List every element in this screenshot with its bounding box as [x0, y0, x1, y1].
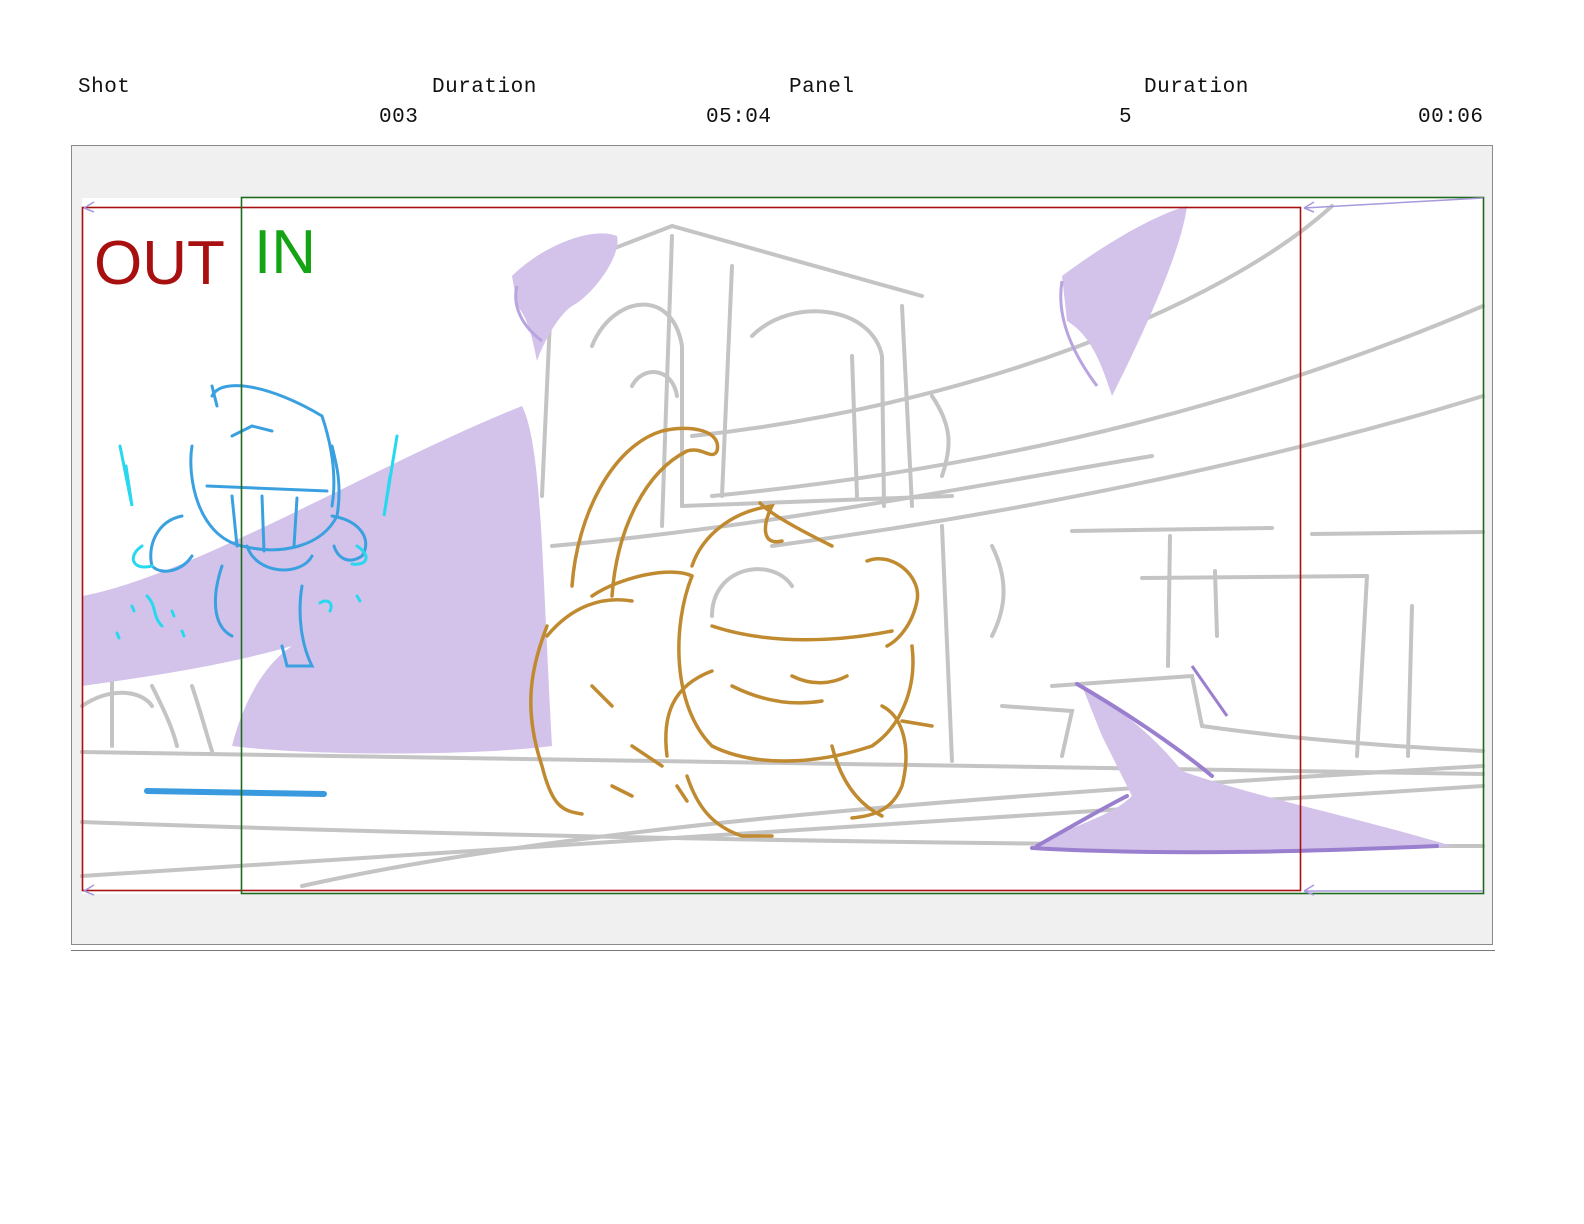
- panel-duration-label: Duration: [1144, 76, 1249, 99]
- bottom-divider: [71, 950, 1495, 951]
- panel-label: Panel: [789, 76, 855, 99]
- shot-duration-label: Duration: [432, 76, 537, 99]
- in-label: IN: [254, 218, 316, 287]
- storyboard-panel: OUT IN: [71, 145, 1493, 945]
- shot-label: Shot: [78, 76, 131, 99]
- panel-duration: 00:06: [1418, 106, 1484, 129]
- panel-drawing: OUT IN: [80, 196, 1485, 896]
- panel-number: 5: [1119, 106, 1133, 129]
- shot-number: 003: [379, 106, 419, 129]
- out-label: OUT: [94, 229, 225, 298]
- shot-duration: 05:04: [706, 106, 772, 129]
- blue-stroke: [144, 788, 327, 797]
